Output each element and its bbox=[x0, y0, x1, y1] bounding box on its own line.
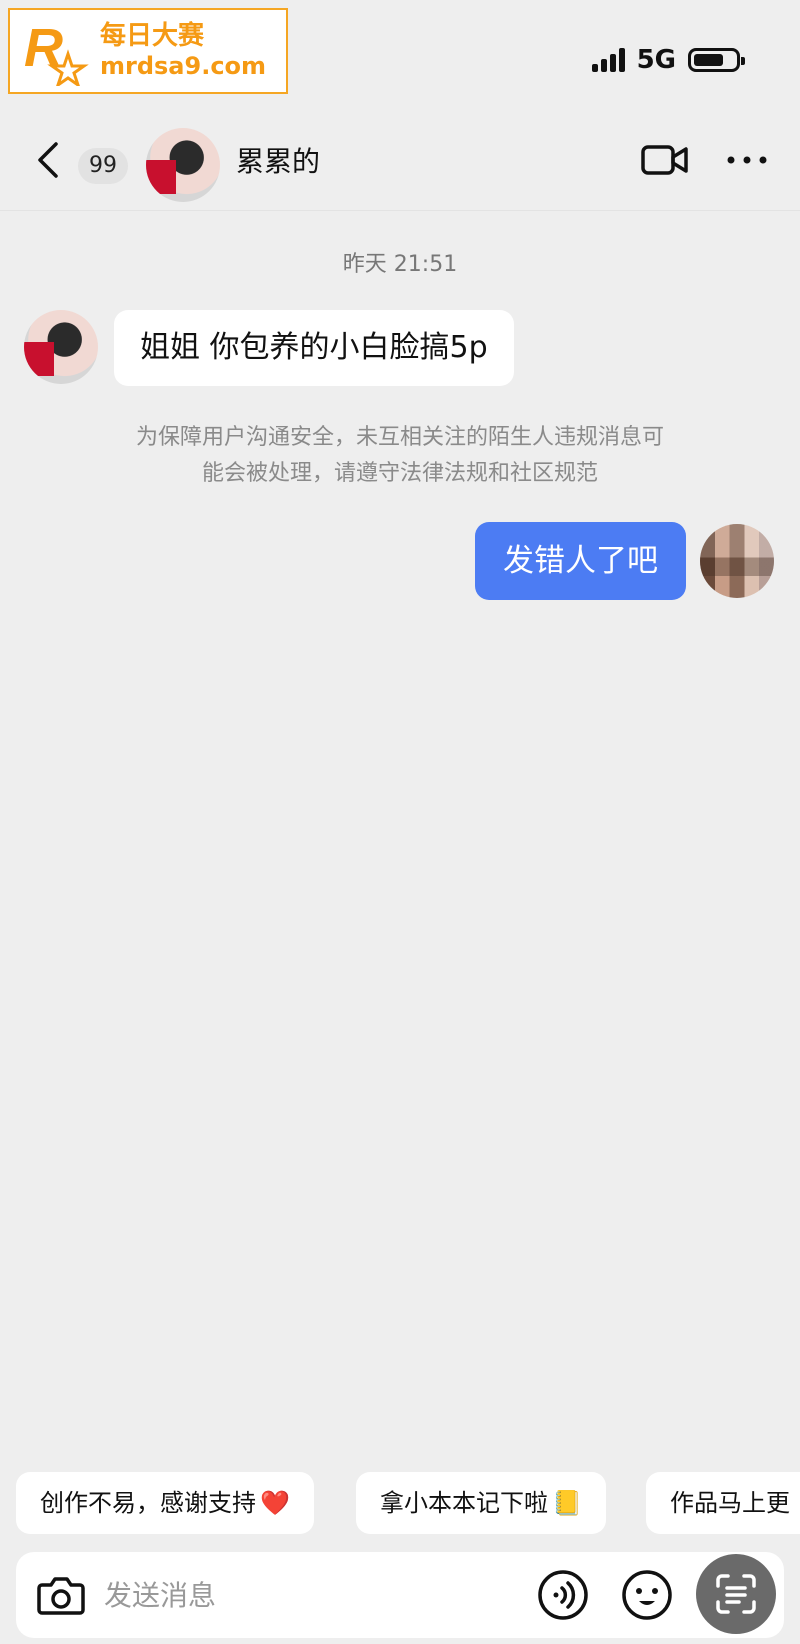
smiley-icon bbox=[622, 1570, 672, 1620]
network-label: 5G bbox=[636, 45, 676, 75]
quick-reply-chip[interactable]: 作品马上更 bbox=[646, 1472, 800, 1534]
quick-reply-chip[interactable]: 创作不易，感谢支持 ❤️ bbox=[16, 1472, 314, 1534]
sender-avatar[interactable] bbox=[24, 310, 98, 384]
chevron-left-icon bbox=[38, 142, 58, 178]
watermark-logo: R bbox=[20, 16, 90, 89]
watermark-url: mrdsa9.com bbox=[100, 52, 267, 80]
voice-button[interactable] bbox=[536, 1568, 590, 1622]
chat-header: 99 累累的 bbox=[0, 110, 800, 210]
message-input-bar bbox=[16, 1552, 784, 1638]
unread-badge[interactable]: 99 bbox=[78, 148, 128, 184]
message-input[interactable] bbox=[104, 1570, 404, 1620]
more-dots-icon bbox=[727, 156, 767, 164]
quick-reply-text: 创作不易，感谢支持 bbox=[40, 1489, 256, 1517]
incoming-message-bubble[interactable]: 姐姐 你包养的小白脸搞5p bbox=[114, 310, 514, 386]
scan-text-icon bbox=[716, 1574, 756, 1614]
quick-reply-text: 拿小本本记下啦 bbox=[380, 1489, 548, 1517]
more-button[interactable] bbox=[724, 140, 770, 180]
outgoing-message-bubble[interactable]: 发错人了吧 bbox=[475, 522, 686, 600]
emoji-button[interactable] bbox=[620, 1568, 674, 1622]
message-timestamp: 昨天 21:51 bbox=[342, 252, 458, 277]
watermark-cn: 每日大赛 bbox=[100, 21, 205, 51]
quick-reply-chip[interactable]: 拿小本本记下啦 📒 bbox=[356, 1472, 606, 1534]
camera-button[interactable] bbox=[36, 1572, 86, 1618]
battery-icon bbox=[688, 48, 745, 72]
video-call-button[interactable] bbox=[640, 140, 690, 180]
self-avatar[interactable] bbox=[700, 524, 774, 598]
watermark: R 每日大赛 mrdsa9.com bbox=[8, 8, 288, 94]
notebook-icon: 📒 bbox=[552, 1489, 582, 1517]
quick-reply-row: 创作不易，感谢支持 ❤️ 拿小本本记下啦 📒 作品马上更 bbox=[16, 1472, 800, 1534]
quick-reply-text: 作品马上更 bbox=[670, 1489, 790, 1517]
back-button[interactable] bbox=[30, 140, 70, 180]
safety-notice-line2: 能会被处理，请遵守法律法规和社区规范 bbox=[201, 461, 598, 486]
safety-notice: 为保障用户沟通安全，未互相关注的陌生人违规消息可 能会被处理，请遵守法律法规和社… bbox=[80, 420, 720, 492]
status-bar: 5G bbox=[591, 40, 745, 80]
heart-icon: ❤️ bbox=[260, 1489, 290, 1517]
video-camera-icon bbox=[641, 145, 688, 175]
contact-name[interactable]: 累累的 bbox=[236, 140, 320, 180]
camera-icon bbox=[37, 1577, 85, 1615]
voice-icon bbox=[538, 1570, 588, 1620]
safety-notice-line1: 为保障用户沟通安全，未互相关注的陌生人违规消息可 bbox=[135, 425, 664, 450]
signal-icon bbox=[591, 48, 625, 72]
contact-avatar[interactable] bbox=[146, 128, 220, 202]
scan-button[interactable] bbox=[696, 1554, 776, 1634]
header-divider bbox=[0, 210, 800, 211]
